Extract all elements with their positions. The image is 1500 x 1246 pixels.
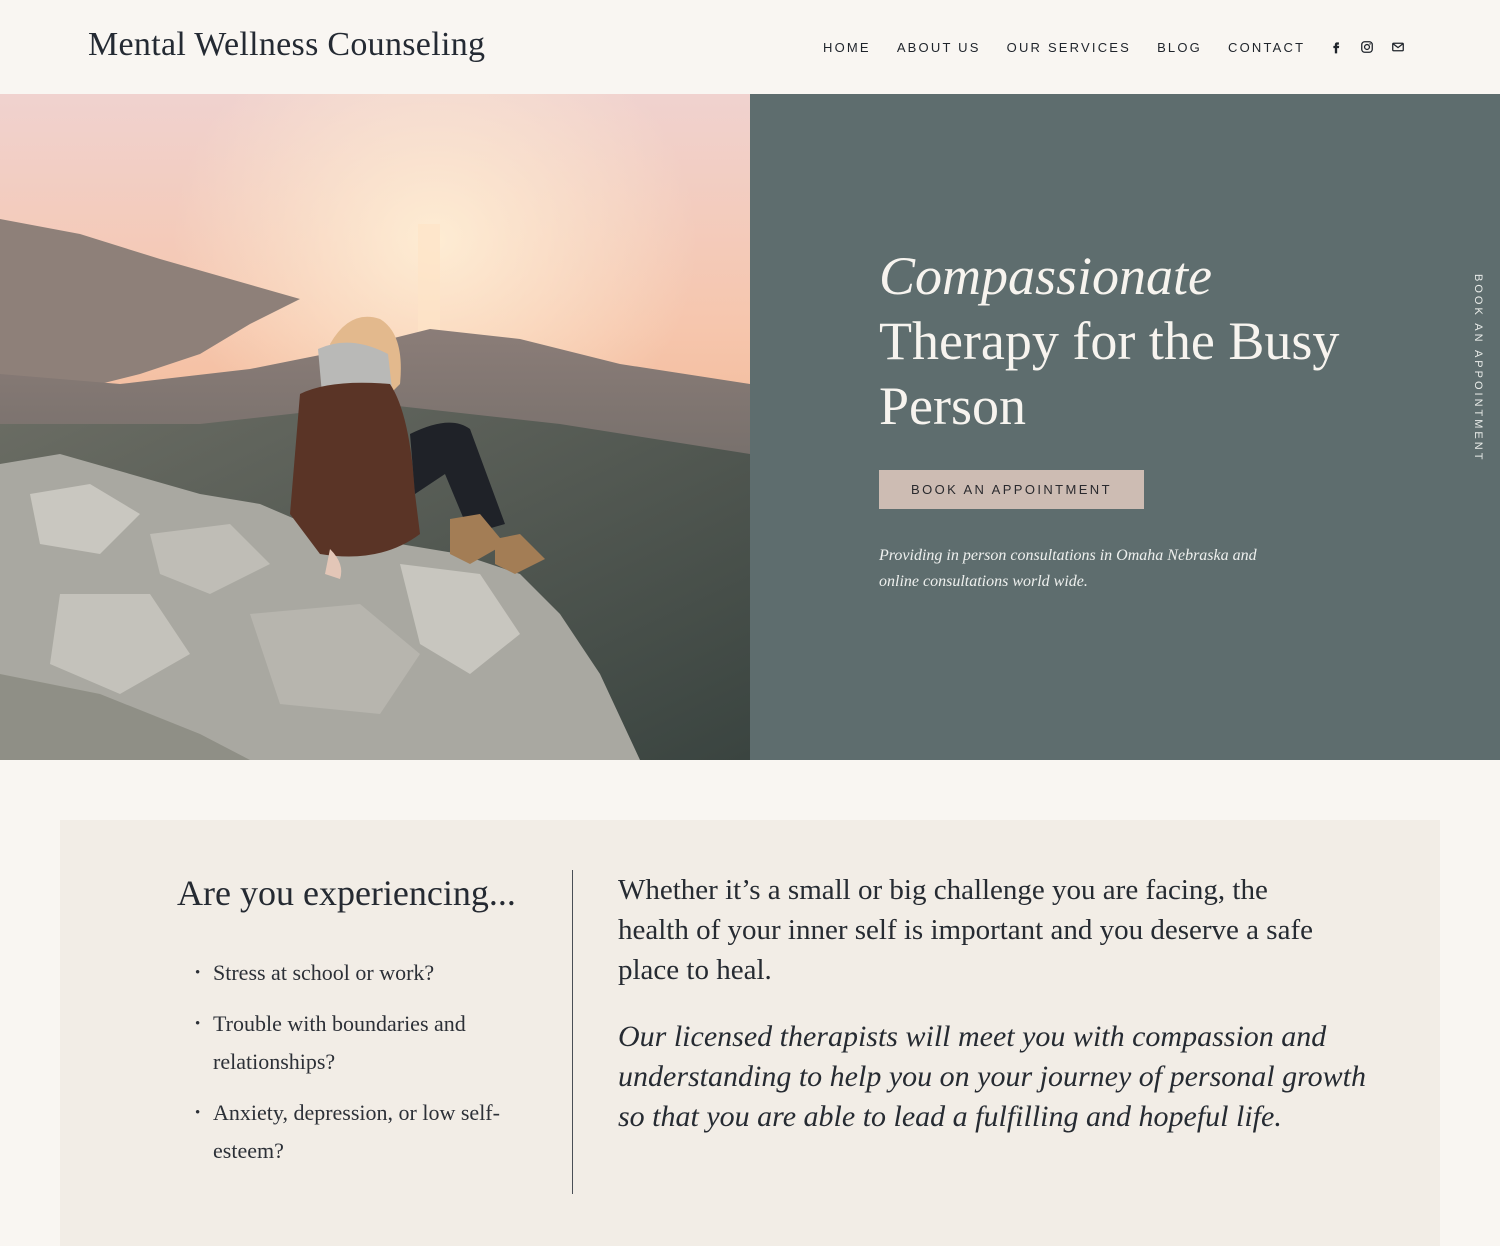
intro-heading: Are you experiencing... (177, 873, 516, 913)
brand-logo[interactable]: Mental Wellness Counseling (88, 26, 485, 64)
intro-lead-text: Whether it’s a small or big challenge yo… (618, 874, 1313, 986)
list-item: Trouble with boundaries and relationship… (195, 1005, 515, 1081)
nav-about-us[interactable]: ABOUT US (897, 40, 981, 55)
hero-panel: Compassionate Therapy for the Busy Perso… (750, 94, 1500, 760)
social-links (1328, 39, 1406, 55)
intro-italic-text: Our licensed therapists will meet you wi… (618, 1020, 1367, 1133)
list-item: Anxiety, depression, or low self-esteem? (195, 1094, 515, 1170)
email-icon[interactable] (1390, 39, 1406, 55)
site-header: Mental Wellness Counseling HOME ABOUT US… (0, 0, 1500, 94)
book-appointment-button[interactable]: BOOK AN APPOINTMENT (879, 470, 1144, 509)
nav-contact[interactable]: CONTACT (1228, 40, 1305, 55)
hero-title: Compassionate Therapy for the Busy Perso… (879, 244, 1379, 439)
nav-blog[interactable]: BLOG (1157, 40, 1202, 55)
hero-note: Providing in person consultations in Oma… (879, 547, 1257, 590)
hero-title-italic: Compassionate (879, 246, 1213, 306)
instagram-icon[interactable] (1359, 39, 1375, 55)
facebook-icon[interactable] (1328, 39, 1344, 55)
main-nav: HOME ABOUT US OUR SERVICES BLOG CONTACT (823, 40, 1305, 55)
symptom-list: Stress at school or work? Trouble with b… (195, 954, 515, 1183)
intro-card: Are you experiencing... Stress at school… (60, 820, 1440, 1246)
hero-title-rest: Therapy for the Busy Person (879, 311, 1340, 436)
list-item: Stress at school or work? (195, 954, 515, 992)
nav-our-services[interactable]: OUR SERVICES (1007, 40, 1131, 55)
divider (572, 870, 573, 1194)
hero-photo (0, 94, 750, 760)
nav-home[interactable]: HOME (823, 40, 871, 55)
side-book-appointment-link[interactable]: BOOK AN APPOINTMENT (1472, 274, 1484, 462)
